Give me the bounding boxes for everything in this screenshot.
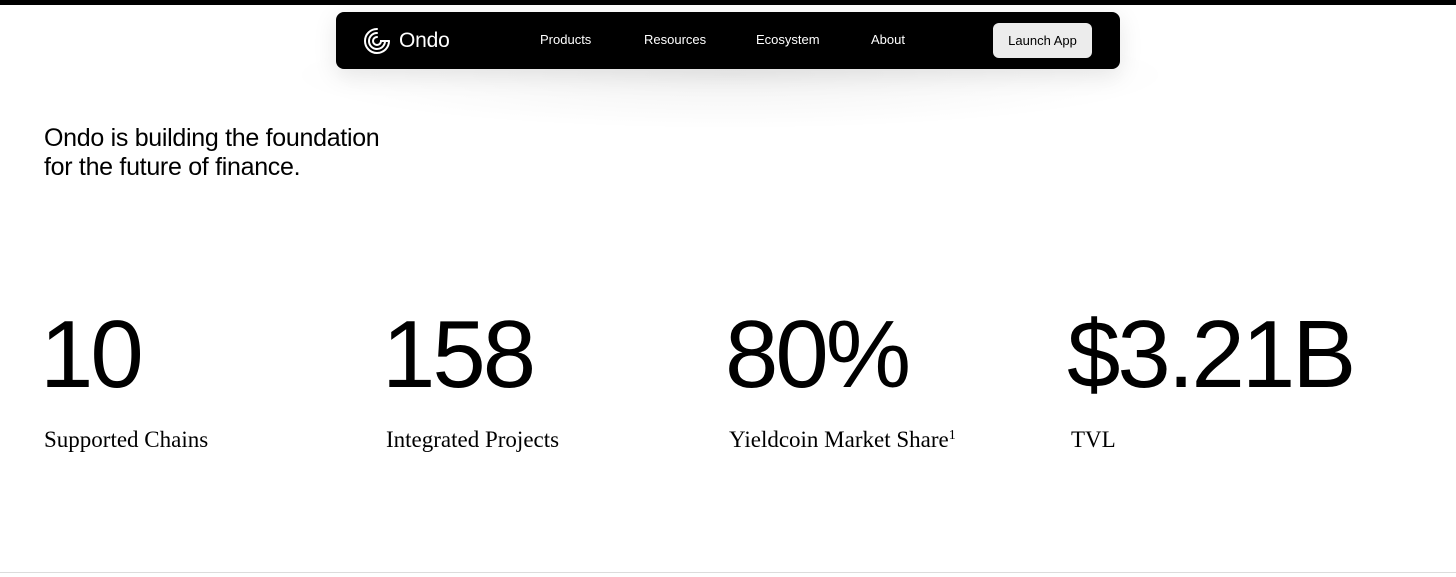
launch-app-button[interactable]: Launch App	[993, 23, 1092, 58]
stat-label: Yieldcoin Market Share1	[729, 426, 956, 454]
hero-headline: Ondo is building the foundation for the …	[44, 124, 484, 182]
stat-value: $3.21B	[1067, 301, 1356, 408]
ondo-logo-icon	[363, 27, 391, 55]
stat-value: 80%	[725, 301, 911, 408]
hero-headline-line-1: Ondo is building the foundation	[44, 124, 380, 152]
section-divider	[0, 572, 1456, 573]
hero-headline-line-2: for the future of finance.	[44, 153, 301, 181]
stat-label-text: TVL	[1071, 427, 1116, 452]
logo-text: Ondo	[399, 29, 450, 52]
stat-value: 10	[40, 301, 144, 408]
stat-label: TVL	[1071, 426, 1353, 454]
navbar: Ondo Products Resources Ecosystem About …	[336, 12, 1120, 69]
stat-label: Integrated Projects	[386, 426, 559, 454]
stat-label-text: Supported Chains	[44, 427, 209, 452]
nav-link-about[interactable]: About	[871, 31, 905, 49]
stat-yieldcoin-market-share: 80% Yieldcoin Market Share1	[725, 300, 956, 454]
stat-tvl: $3.21B TVL	[1067, 300, 1356, 454]
footnote-marker[interactable]: 1	[949, 428, 956, 443]
nav-link-products[interactable]: Products	[540, 31, 591, 49]
stat-value: 158	[382, 301, 536, 408]
stat-label: Supported Chains	[44, 426, 208, 454]
nav-link-resources[interactable]: Resources	[644, 31, 706, 49]
stat-label-text: Yieldcoin Market Share	[729, 427, 949, 452]
stat-label-text: Integrated Projects	[386, 427, 560, 452]
logo-link[interactable]: Ondo	[363, 26, 450, 56]
nav-link-ecosystem[interactable]: Ecosystem	[756, 31, 820, 49]
stat-integrated-projects: 158 Integrated Projects	[382, 300, 559, 454]
top-border	[0, 0, 1456, 5]
stat-supported-chains: 10 Supported Chains	[40, 300, 208, 454]
